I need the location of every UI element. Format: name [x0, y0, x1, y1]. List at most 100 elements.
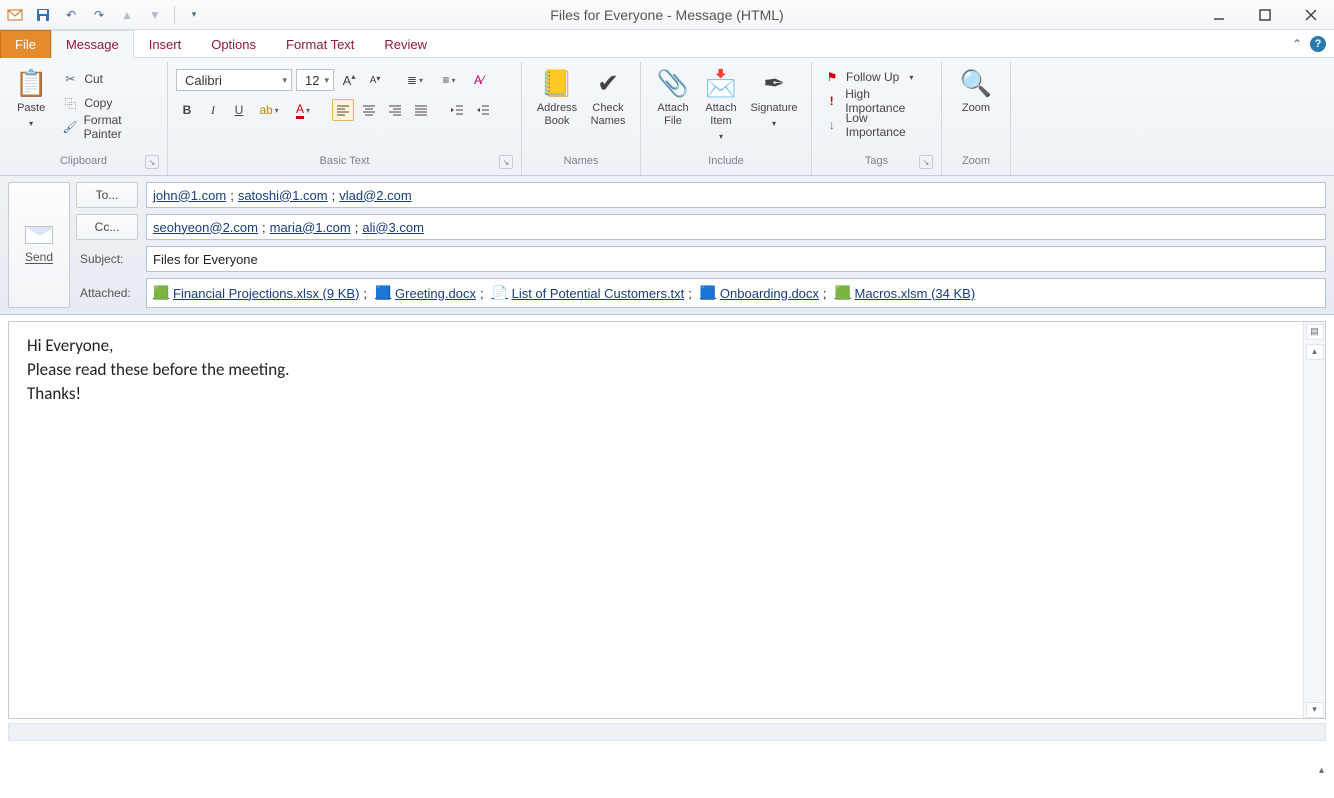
font-color-button[interactable]: A▾ — [288, 99, 318, 121]
signature-button[interactable]: ✒ Signature ▾ — [745, 64, 803, 132]
copy-label: Copy — [84, 96, 112, 110]
recipient[interactable]: vlad@2.com — [339, 188, 411, 203]
grow-font-button[interactable]: A▴ — [338, 69, 360, 91]
minimize-button[interactable] — [1196, 0, 1242, 30]
high-importance-button[interactable]: !High Importance — [820, 90, 933, 112]
cut-button[interactable]: ✂Cut — [58, 68, 159, 90]
to-button[interactable]: To... — [76, 182, 138, 208]
paste-button[interactable]: 📋 Paste ▾ — [8, 64, 54, 132]
follow-up-button[interactable]: ⚑ Follow Up ▾ — [820, 66, 933, 88]
next-icon[interactable]: ▼ — [144, 4, 166, 26]
underline-button[interactable]: U — [228, 99, 250, 121]
paste-icon: 📋 — [15, 66, 47, 100]
save-icon[interactable] — [32, 4, 54, 26]
prev-icon[interactable]: ▲ — [116, 4, 138, 26]
tab-message[interactable]: Message — [51, 30, 134, 58]
scroll-up-icon[interactable]: ▴ — [1306, 344, 1324, 360]
attachment-item[interactable]: 📄List of Potential Customers.txt — [492, 285, 685, 301]
recipient[interactable]: satoshi@1.com — [238, 188, 328, 203]
window-controls — [1196, 0, 1334, 30]
subject-label: Subject: — [76, 252, 138, 266]
tab-format-text[interactable]: Format Text — [271, 30, 369, 58]
attachment-field[interactable]: 🟩Financial Projections.xlsx (9 KB); 🟦Gre… — [146, 278, 1326, 308]
highlight-button[interactable]: ab▾ — [254, 99, 284, 121]
increase-indent-button[interactable] — [472, 99, 494, 121]
group-title-basic-text: Basic Text↘ — [176, 155, 513, 173]
group-tags: ⚑ Follow Up ▾ !High Importance ↓Low Import… — [812, 62, 942, 175]
address-book-button[interactable]: 📒 Address Book — [530, 64, 584, 130]
qat-customize-icon[interactable]: ▾ — [183, 4, 205, 26]
close-button[interactable] — [1288, 0, 1334, 30]
separator: ; — [355, 220, 359, 235]
align-center-button[interactable] — [358, 99, 380, 121]
check-names-button[interactable]: ✔ Check Names — [584, 64, 632, 130]
separator: ; — [823, 286, 827, 301]
clear-format-button[interactable]: A⁄ — [468, 69, 490, 91]
recipient[interactable]: ali@3.com — [362, 220, 424, 235]
cc-field[interactable]: seohyeon@2.com; maria@1.com; ali@3.com — [146, 214, 1326, 240]
recipient[interactable]: john@1.com — [153, 188, 226, 203]
chevron-down-icon: ▾ — [909, 73, 913, 82]
bold-button[interactable]: B — [176, 99, 198, 121]
tab-insert[interactable]: Insert — [134, 30, 197, 58]
font-name-select[interactable]: Calibri▾ — [176, 69, 292, 91]
low-importance-button[interactable]: ↓Low Importance — [820, 114, 933, 136]
app-icon[interactable] — [4, 4, 26, 26]
group-title-tags: Tags↘ — [820, 155, 933, 173]
follow-up-label: Follow Up — [846, 70, 899, 84]
separator: ; — [688, 286, 692, 301]
ribbon-tabs: File Message Insert Options Format Text … — [0, 30, 1334, 58]
italic-button[interactable]: I — [202, 99, 224, 121]
bullets-button[interactable]: ≣▾ — [400, 69, 430, 91]
title-bar: ↶ ↷ ▲ ▼ ▾ Files for Everyone - Message (… — [0, 0, 1334, 30]
decrease-indent-button[interactable] — [446, 99, 468, 121]
tab-review[interactable]: Review — [369, 30, 442, 58]
font-size-label: 12 — [305, 73, 319, 88]
tags-launcher[interactable]: ↘ — [919, 155, 933, 169]
expand-pane-icon[interactable]: ▴ — [1319, 765, 1324, 776]
format-painter-button[interactable]: 🖌 Format Painter — [58, 116, 159, 138]
align-right-button[interactable] — [384, 99, 406, 121]
attachment-item[interactable]: 🟩Financial Projections.xlsx (9 KB) — [153, 285, 359, 301]
justify-button[interactable] — [410, 99, 432, 121]
help-icon[interactable]: ? — [1310, 36, 1326, 52]
font-size-select[interactable]: 12 ▾ — [296, 69, 334, 91]
chevron-down-icon: ▾ — [324, 75, 329, 86]
status-bar — [8, 723, 1326, 741]
zoom-button[interactable]: 🔍 Zoom — [950, 64, 1002, 117]
format-painter-icon: 🖌 — [62, 120, 77, 134]
ruler-toggle-icon[interactable]: ▤ — [1306, 324, 1324, 340]
copy-button[interactable]: ⿻Copy — [58, 92, 159, 114]
message-body[interactable]: Hi Everyone,Please read these before the… — [8, 321, 1326, 719]
basic-text-launcher[interactable]: ↘ — [499, 155, 513, 169]
minimize-ribbon-icon[interactable]: ⌃ — [1292, 37, 1302, 51]
align-left-button[interactable] — [332, 99, 354, 121]
recipient[interactable]: maria@1.com — [270, 220, 351, 235]
shrink-font-button[interactable]: A▾ — [364, 69, 386, 91]
attachment-item[interactable]: 🟩Macros.xlsm (34 KB) — [835, 285, 976, 301]
tab-options[interactable]: Options — [196, 30, 271, 58]
separator: ; — [230, 188, 234, 203]
attached-label: Attached: — [76, 286, 138, 300]
attachment-item[interactable]: 🟦Greeting.docx — [375, 285, 476, 301]
recipient[interactable]: seohyeon@2.com — [153, 220, 258, 235]
undo-icon[interactable]: ↶ — [60, 4, 82, 26]
attach-file-button[interactable]: 📎 Attach File — [649, 64, 697, 130]
send-button[interactable]: Send — [8, 182, 70, 308]
scroll-down-icon[interactable]: ▾ — [1306, 702, 1324, 718]
separator: ; — [480, 286, 484, 301]
numbering-button[interactable]: ≡▾ — [434, 69, 464, 91]
attachment-item[interactable]: 🟦Onboarding.docx — [700, 285, 819, 301]
attach-item-button[interactable]: 📩 Attach Item ▾ — [697, 64, 745, 145]
cc-button[interactable]: Cc... — [76, 214, 138, 240]
format-painter-label: Format Painter — [84, 113, 155, 141]
flag-icon: ⚑ — [824, 70, 840, 84]
clipboard-launcher[interactable]: ↘ — [145, 155, 159, 169]
subject-field[interactable]: Files for Everyone — [146, 246, 1326, 272]
separator: ; — [363, 286, 367, 301]
group-include: 📎 Attach File 📩 Attach Item ▾ ✒ Signatur… — [641, 62, 812, 175]
redo-icon[interactable]: ↷ — [88, 4, 110, 26]
tab-file[interactable]: File — [0, 30, 51, 58]
to-field[interactable]: john@1.com; satoshi@1.com; vlad@2.com — [146, 182, 1326, 208]
maximize-button[interactable] — [1242, 0, 1288, 30]
